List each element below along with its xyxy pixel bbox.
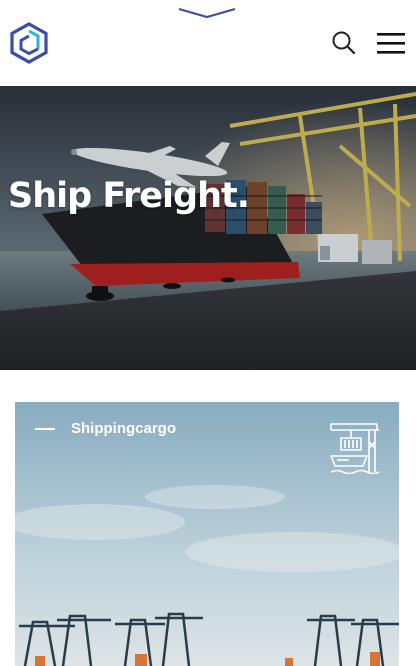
hero-image xyxy=(0,86,416,370)
card-label-text: Shippingcargo xyxy=(71,420,176,437)
search-icon[interactable] xyxy=(331,30,357,56)
port-crane-ship-icon xyxy=(330,423,380,474)
hamburger-menu-icon[interactable] xyxy=(376,30,406,56)
dash-divider xyxy=(35,427,55,430)
hero-title: Ship Freight. xyxy=(8,176,250,216)
card-label: Shippingcargo xyxy=(35,420,176,437)
hexagon-logo-icon[interactable] xyxy=(9,22,49,64)
site-header xyxy=(0,0,416,86)
service-card[interactable]: Shippingcargo xyxy=(15,402,399,666)
hero-banner: Ship Freight. xyxy=(0,86,416,370)
chevron-down-icon[interactable] xyxy=(178,6,236,18)
